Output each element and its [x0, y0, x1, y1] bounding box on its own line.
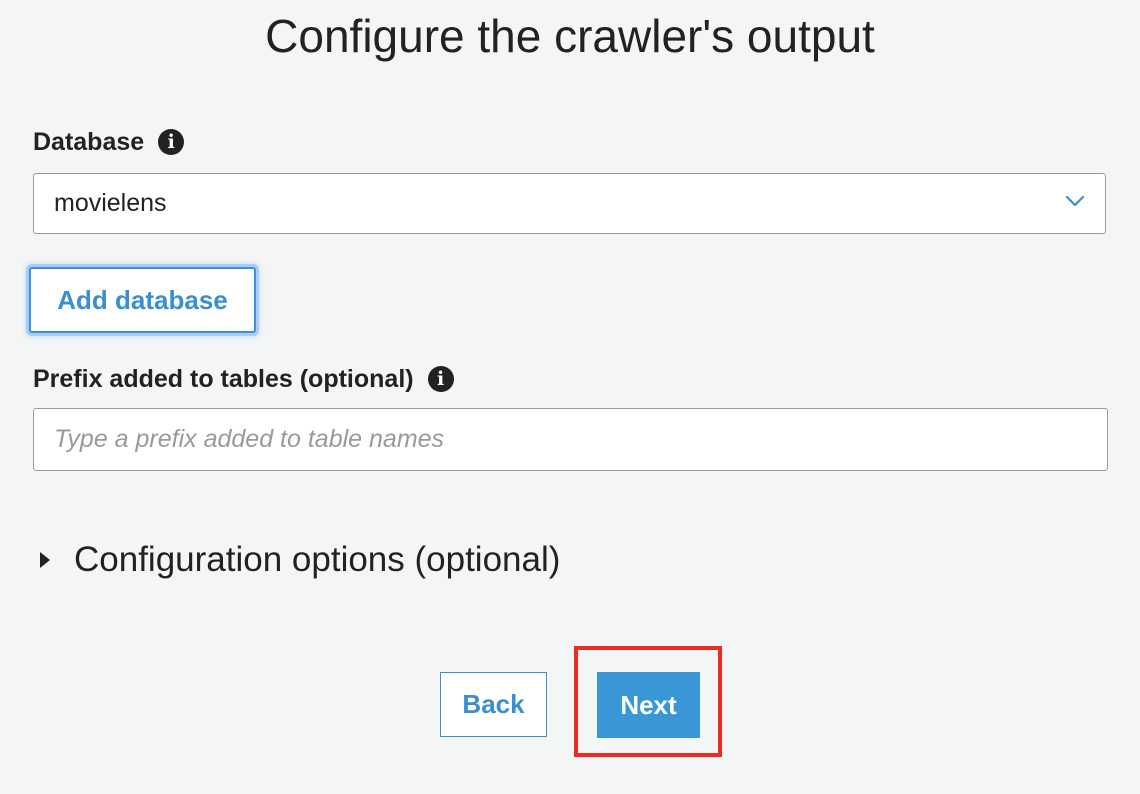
page-title: Configure the crawler's output	[265, 10, 875, 62]
database-selected-value: movielens	[54, 189, 167, 217]
info-icon[interactable]: i	[158, 129, 185, 155]
info-icon[interactable]: i	[427, 366, 454, 392]
caret-right-icon	[40, 552, 50, 568]
configuration-options-label: Configuration options (optional)	[74, 540, 561, 579]
next-button[interactable]: Next	[597, 672, 700, 738]
add-database-button[interactable]: Add database	[29, 267, 256, 333]
chevron-down-icon	[1065, 195, 1085, 207]
database-label-text: Database	[33, 128, 145, 156]
prefix-label-text: Prefix added to tables (optional)	[33, 365, 414, 393]
prefix-label: Prefix added to tables (optional) i	[33, 363, 454, 395]
database-label: Database i	[33, 126, 185, 158]
database-select[interactable]: movielens	[33, 173, 1106, 234]
configuration-options-toggle[interactable]: Configuration options (optional)	[40, 540, 560, 580]
prefix-input[interactable]	[33, 408, 1108, 471]
back-button[interactable]: Back	[440, 672, 547, 737]
